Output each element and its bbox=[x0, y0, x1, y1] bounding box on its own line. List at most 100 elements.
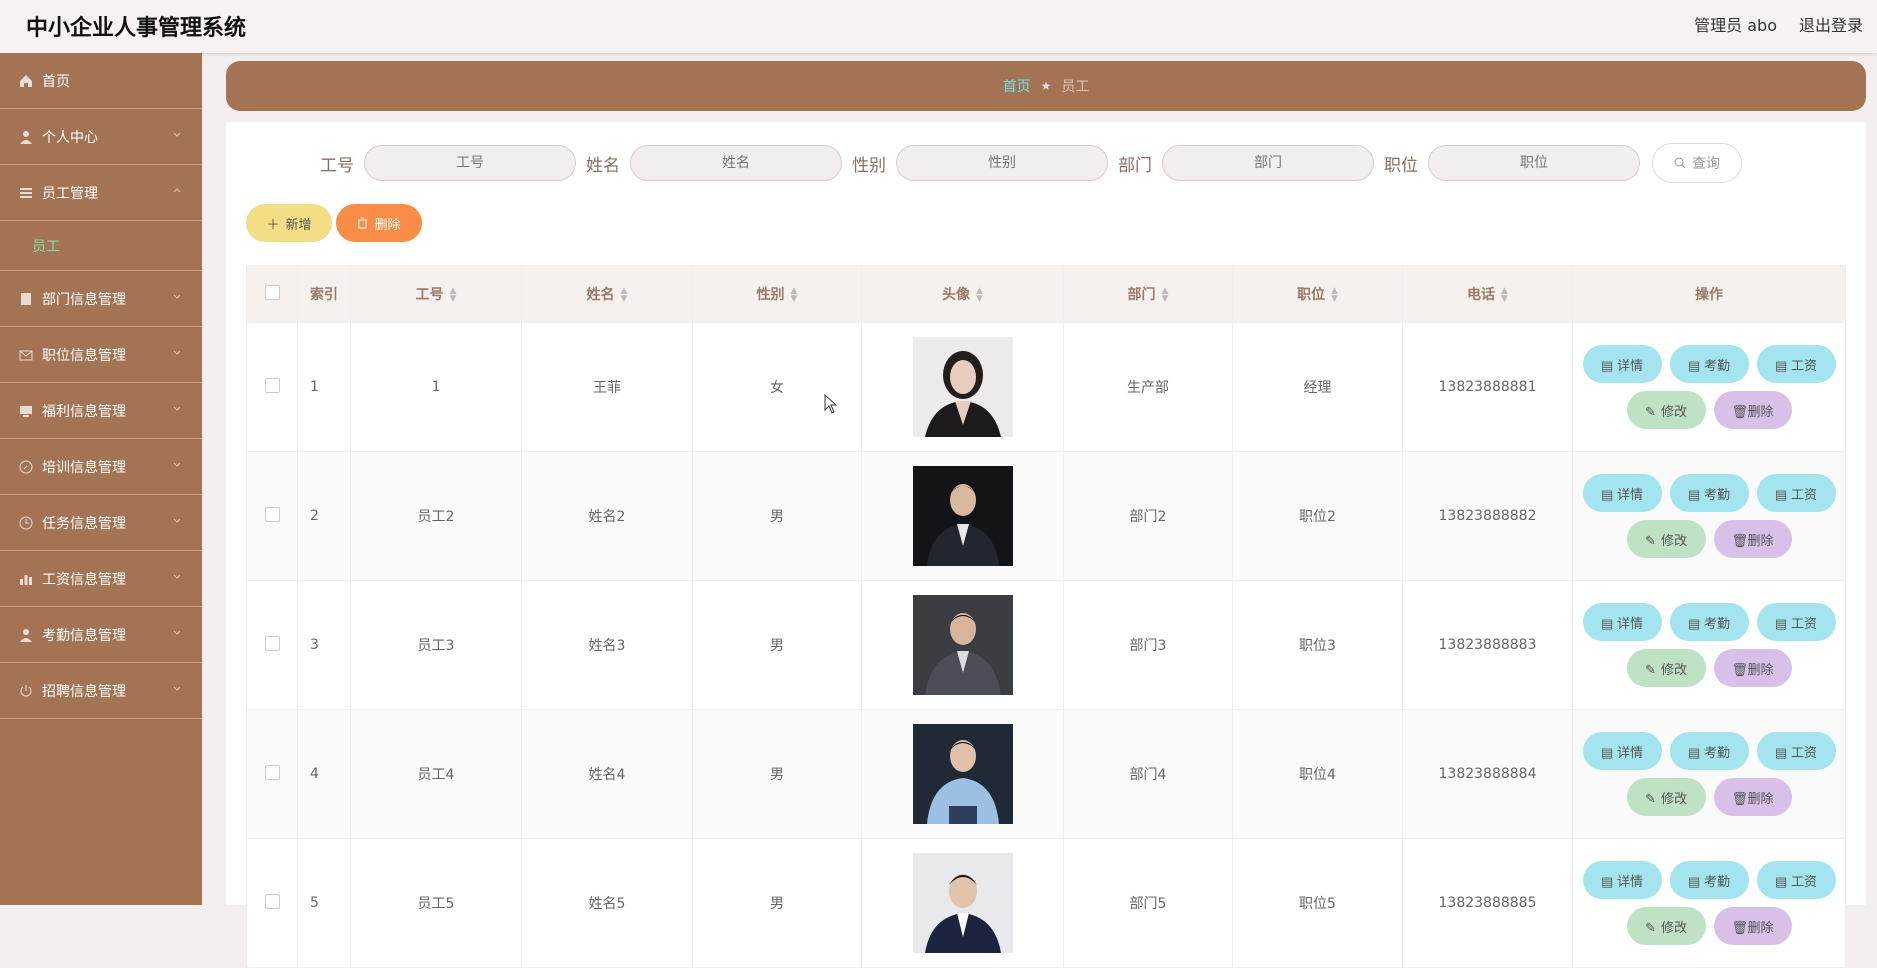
cell-phone: 13823888881 bbox=[1402, 322, 1573, 452]
sidebar-item-attendance[interactable]: 考勤信息管理 bbox=[0, 607, 202, 663]
row-delete-button[interactable]: 🗑 删除 bbox=[1713, 391, 1792, 429]
pencil-icon: ✎ bbox=[1645, 662, 1656, 677]
sidebar-item-label: 任务信息管理 bbox=[42, 515, 126, 532]
detail-label: 详情 bbox=[1616, 873, 1643, 889]
trash-icon: 🗑 bbox=[1731, 791, 1748, 806]
col-position[interactable]: 职位 ▲ ▼ bbox=[1232, 265, 1403, 323]
avatar-image bbox=[912, 595, 1013, 695]
edit-button[interactable]: ✎ 修改 bbox=[1626, 520, 1706, 558]
row-delete-button[interactable]: 🗑 删除 bbox=[1713, 778, 1792, 816]
cell-index: 4 bbox=[297, 709, 351, 839]
attendance-button[interactable]: ▤ 考勤 bbox=[1669, 603, 1749, 641]
row-checkbox[interactable] bbox=[264, 764, 280, 780]
salary-button[interactable]: ▤ 工资 bbox=[1756, 861, 1836, 899]
search-input-position[interactable] bbox=[1428, 145, 1640, 181]
row-delete-label: 删除 bbox=[1747, 403, 1774, 419]
add-button[interactable]: ＋ 新增 bbox=[246, 204, 332, 242]
row-checkbox[interactable] bbox=[264, 635, 280, 651]
sidebar-item-profile[interactable]: 个人中心 bbox=[0, 109, 202, 165]
user-label[interactable]: 管理员 abo bbox=[1694, 12, 1777, 36]
search-input-gender[interactable] bbox=[896, 145, 1108, 181]
row-select-cell bbox=[246, 580, 298, 710]
sidebar-item-task[interactable]: 任务信息管理 bbox=[0, 495, 202, 551]
sidebar-item-training[interactable]: 培训信息管理 bbox=[0, 439, 202, 495]
row-select-cell bbox=[246, 838, 298, 968]
detail-button[interactable]: ▤ 详情 bbox=[1582, 732, 1662, 770]
sidebar-item-position[interactable]: 职位信息管理 bbox=[0, 327, 202, 383]
cell-ops: ▤ 详情 ▤ 考勤 ▤ 工资 ✎ 修改 🗑 删除 bbox=[1572, 580, 1846, 710]
search-input-name[interactable] bbox=[630, 145, 842, 181]
detail-button[interactable]: ▤ 详情 bbox=[1582, 345, 1662, 383]
cell-index: 5 bbox=[297, 838, 351, 968]
col-id[interactable]: 工号 ▲ ▼ bbox=[350, 265, 522, 323]
cell-name: 姓名4 bbox=[521, 709, 693, 839]
sidebar-item-recruit[interactable]: 招聘信息管理 bbox=[0, 663, 202, 719]
cell-dept: 部门3 bbox=[1063, 580, 1233, 710]
col-dept[interactable]: 部门 ▲ ▼ bbox=[1063, 265, 1233, 323]
detail-button[interactable]: ▤ 详情 bbox=[1582, 474, 1662, 512]
pencil-icon: ✎ bbox=[1645, 533, 1656, 548]
batch-delete-button[interactable]: 删除 bbox=[336, 204, 422, 242]
sidebar-item-salary[interactable]: 工资信息管理 bbox=[0, 551, 202, 607]
col-avatar[interactable]: 头像 ▲ ▼ bbox=[861, 265, 1064, 323]
trash-icon bbox=[358, 217, 368, 229]
attendance-button[interactable]: ▤ 考勤 bbox=[1669, 474, 1749, 512]
search-input-id[interactable] bbox=[364, 145, 576, 181]
cell-name: 王菲 bbox=[521, 322, 693, 452]
salary-button[interactable]: ▤ 工资 bbox=[1756, 732, 1836, 770]
edit-button[interactable]: ✎ 修改 bbox=[1626, 907, 1706, 945]
attendance-button[interactable]: ▤ 考勤 bbox=[1669, 732, 1749, 770]
attendance-label: 考勤 bbox=[1703, 873, 1730, 889]
salary-button[interactable]: ▤ 工资 bbox=[1756, 345, 1836, 383]
edit-button[interactable]: ✎ 修改 bbox=[1626, 391, 1706, 429]
table-row: 1 1 王菲女生产部 经理 13823888881 ▤ 详情 ▤ 考勤 ▤ 工资 ✎ 修改 🗑 删除 bbox=[246, 322, 1846, 452]
row-delete-button[interactable]: 🗑 删除 bbox=[1713, 520, 1792, 558]
sidebar-subitem-employee[interactable]: 员工 bbox=[0, 221, 202, 271]
breadcrumb-home[interactable]: 首页 bbox=[1003, 76, 1031, 96]
col-gender[interactable]: 性别 ▲ ▼ bbox=[692, 265, 862, 323]
document-icon: ▤ bbox=[1600, 874, 1614, 889]
select-all-checkbox[interactable] bbox=[264, 284, 280, 300]
chevron-down-icon bbox=[173, 406, 181, 411]
salary-button[interactable]: ▤ 工资 bbox=[1756, 603, 1836, 641]
cell-position: 职位5 bbox=[1232, 838, 1403, 968]
trash-icon: 🗑 bbox=[1731, 662, 1748, 677]
chevron-down-icon bbox=[173, 294, 181, 299]
col-name[interactable]: 姓名 ▲ ▼ bbox=[521, 265, 693, 323]
salary-label: 工资 bbox=[1790, 615, 1817, 631]
edit-button[interactable]: ✎ 修改 bbox=[1626, 778, 1706, 816]
detail-button[interactable]: ▤ 详情 bbox=[1582, 861, 1662, 899]
sidebar-item-employees[interactable]: 员工管理 bbox=[0, 165, 202, 221]
col-phone[interactable]: 电话 ▲ ▼ bbox=[1402, 265, 1573, 323]
row-delete-button[interactable]: 🗑 删除 bbox=[1713, 907, 1792, 945]
edit-button[interactable]: ✎ 修改 bbox=[1626, 649, 1706, 687]
plus-icon: ＋ bbox=[266, 216, 280, 232]
attendance-button[interactable]: ▤ 考勤 bbox=[1669, 345, 1749, 383]
cell-name: 姓名5 bbox=[521, 838, 693, 968]
pencil-icon: ✎ bbox=[1645, 791, 1656, 806]
row-checkbox[interactable] bbox=[264, 893, 280, 909]
avatar-image bbox=[912, 853, 1013, 953]
search-label-id: 工号 bbox=[320, 155, 354, 176]
search-input-dept[interactable] bbox=[1162, 145, 1374, 181]
row-delete-button[interactable]: 🗑 删除 bbox=[1713, 649, 1792, 687]
row-checkbox[interactable] bbox=[264, 506, 280, 522]
col-gender-label: 性别 bbox=[756, 287, 785, 303]
row-select-cell bbox=[246, 322, 298, 452]
sort-icon: ▲ ▼ bbox=[1501, 286, 1508, 304]
sidebar-item-welfare[interactable]: 福利信息管理 bbox=[0, 383, 202, 439]
query-button[interactable]: 查询 bbox=[1652, 143, 1742, 183]
sidebar-item-label: 个人中心 bbox=[42, 129, 98, 146]
sidebar-item-department[interactable]: 部门信息管理 bbox=[0, 271, 202, 327]
attendance-button[interactable]: ▤ 考勤 bbox=[1669, 861, 1749, 899]
sidebar-item-label: 首页 bbox=[42, 73, 70, 90]
detail-label: 详情 bbox=[1616, 357, 1643, 373]
detail-button[interactable]: ▤ 详情 bbox=[1582, 603, 1662, 641]
sidebar-item-home[interactable]: 首页 bbox=[0, 53, 202, 109]
salary-label: 工资 bbox=[1790, 744, 1817, 760]
cell-id: 员工2 bbox=[350, 451, 522, 581]
salary-button[interactable]: ▤ 工资 bbox=[1756, 474, 1836, 512]
logout-link[interactable]: 退出登录 bbox=[1799, 12, 1863, 36]
row-checkbox[interactable] bbox=[264, 377, 280, 393]
col-name-label: 姓名 bbox=[586, 287, 615, 303]
